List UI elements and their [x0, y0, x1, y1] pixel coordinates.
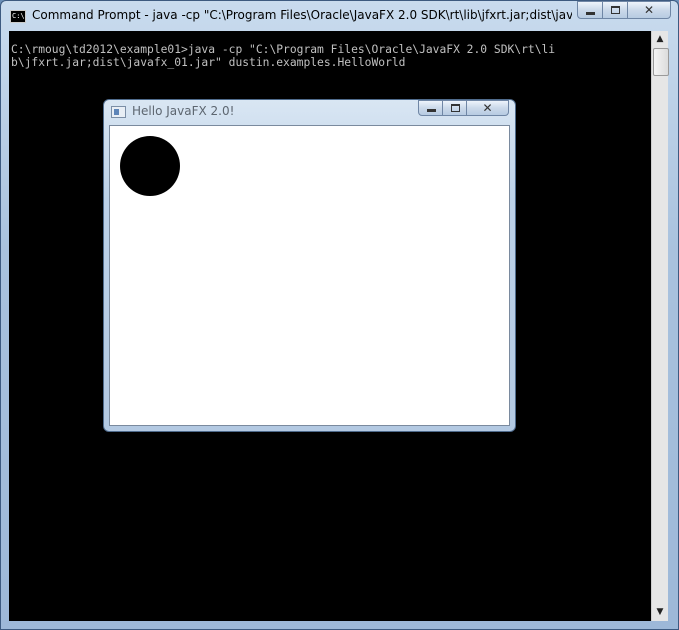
javafx-window-controls: ✕	[418, 100, 509, 116]
window-title: Command Prompt - java -cp "C:\Program Fi…	[32, 8, 572, 22]
close-icon: ✕	[482, 101, 493, 115]
scrollbar-thumb[interactable]	[653, 48, 669, 76]
maximize-icon	[451, 104, 460, 112]
vertical-scrollbar[interactable]: ▲ ▼	[651, 31, 669, 621]
minimize-icon	[586, 12, 595, 15]
minimize-button[interactable]	[577, 1, 603, 19]
javafx-window-icon[interactable]	[111, 106, 126, 118]
javafx-close-button[interactable]: ✕	[466, 100, 509, 116]
javafx-maximize-button[interactable]	[442, 100, 467, 116]
javafx-minimize-button[interactable]	[418, 100, 443, 116]
javafx-window-title: Hello JavaFX 2.0!	[132, 104, 235, 118]
black-circle	[120, 136, 180, 196]
javafx-scene	[109, 125, 510, 426]
maximize-button[interactable]	[602, 1, 628, 19]
console-text: C:\rmoug\td2012\example01>java -cp "C:\P…	[11, 43, 556, 69]
javafx-window: Hello JavaFX 2.0! ✕	[103, 99, 516, 432]
minimize-icon	[427, 109, 436, 112]
scroll-up-icon[interactable]: ▲	[652, 31, 668, 48]
window-controls: ✕	[577, 1, 671, 21]
maximize-icon	[611, 6, 620, 14]
command-prompt-icon[interactable]: C:\	[10, 10, 26, 23]
command-prompt-titlebar[interactable]: C:\ Command Prompt - java -cp "C:\Progra…	[1, 1, 678, 31]
close-icon: ✕	[643, 3, 655, 17]
close-button[interactable]: ✕	[627, 1, 671, 19]
scroll-down-icon[interactable]: ▼	[652, 604, 668, 621]
